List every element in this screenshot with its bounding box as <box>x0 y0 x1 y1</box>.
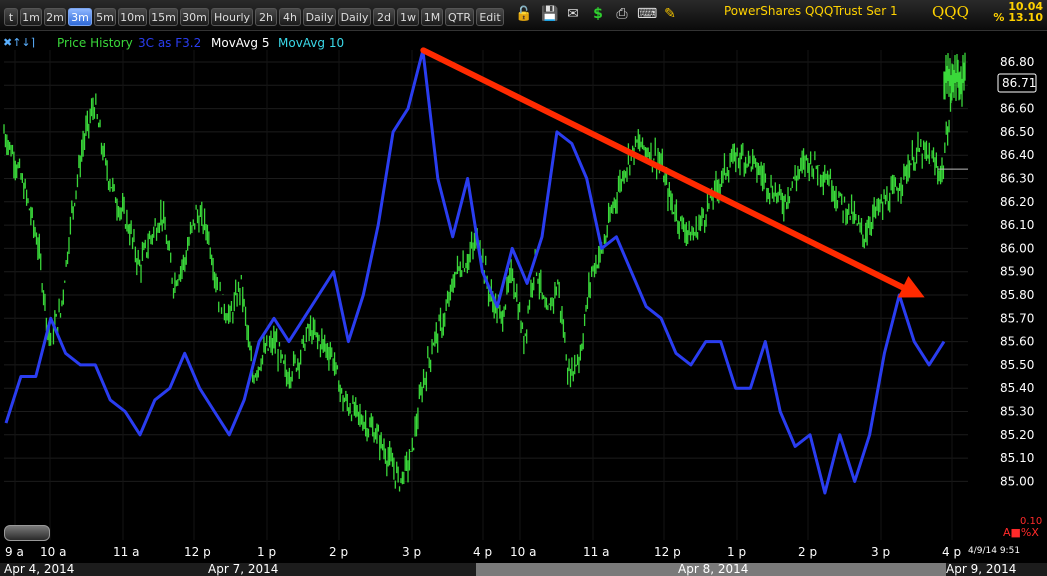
y-tick-label: 85.60 <box>1000 335 1034 349</box>
x-tick-label: 12 p <box>184 545 211 559</box>
timeframe-button-1m[interactable]: 1m <box>20 8 42 26</box>
timeframe-button-1w[interactable]: 1w <box>397 8 419 26</box>
timeframe-button-2d[interactable]: 2d <box>373 8 395 26</box>
chart-grid <box>4 50 968 540</box>
y-tick-label: 86.30 <box>1000 172 1034 186</box>
timeframe-button-15m[interactable]: 15m <box>149 8 178 26</box>
symbol-label: QQQ <box>932 3 969 21</box>
timeframe-button-qtr[interactable]: QTR <box>445 8 474 26</box>
trend-arrow-annotation <box>420 47 925 298</box>
arrow-shaft <box>420 47 914 295</box>
y-tick-label: 85.90 <box>1000 265 1034 279</box>
y-tick-label: 85.40 <box>1000 381 1034 395</box>
price-chart[interactable]: 86.8086.7086.6086.5086.4086.3086.2086.10… <box>0 0 1047 576</box>
x-tick-label: 9 a <box>5 545 24 559</box>
y-tick-label: 86.00 <box>1000 241 1034 255</box>
timeframe-button-hourly[interactable]: Hourly <box>211 8 253 26</box>
x-axis: 9 a 10 a 11 a 12 p 1 p 2 p 3 p 4 p 10 a 11 a 12 p 1… <box>5 545 961 559</box>
date-label: Apr 7, 2014 <box>208 562 279 576</box>
timestamp: 4/9/14 9:51 <box>968 546 1021 556</box>
y-tick-label: 85.50 <box>1000 358 1034 372</box>
y-tick-label: 86.20 <box>1000 195 1034 209</box>
timeframe-button-4h[interactable]: 4h <box>279 8 301 26</box>
x-tick-label: 4 p <box>473 545 492 559</box>
scroll-knob[interactable] <box>4 525 50 541</box>
x-tick-label: 10 a <box>510 545 536 559</box>
instrument-title: PowerShares QQQTrust Ser 1 <box>724 4 898 18</box>
scale-buttons[interactable]: A■%X <box>1003 526 1039 539</box>
date-label: Apr 8, 2014 <box>678 562 749 576</box>
x-tick-label: 3 p <box>402 545 421 559</box>
y-tick-label: 86.10 <box>1000 218 1034 232</box>
timeframe-button-2h[interactable]: 2h <box>255 8 277 26</box>
timeframe-button-t[interactable]: t <box>4 8 18 26</box>
timeframe-button-5m[interactable]: 5m <box>94 8 116 26</box>
y-tick-label: 85.70 <box>1000 311 1034 325</box>
legend-movavg-5[interactable]: MovAvg 5 <box>211 36 269 50</box>
change-percent: % 13.10 <box>993 11 1043 24</box>
date-label: Apr 9, 2014 <box>946 562 1017 576</box>
timeframe-button-10m[interactable]: 10m <box>118 8 147 26</box>
last-price-label: 86.71 <box>1002 76 1036 90</box>
timeframe-button-1m[interactable]: 1M <box>421 8 443 26</box>
legend-movavg-10[interactable]: MovAvg 10 <box>278 36 344 50</box>
x-tick-label: 1 p <box>257 545 276 559</box>
print-icon[interactable]: ⎙ <box>613 5 631 23</box>
date-label: Apr 4, 2014 <box>4 562 75 576</box>
y-tick-label: 86.50 <box>1000 125 1034 139</box>
x-tick-label: 2 p <box>798 545 817 559</box>
legend-controls[interactable]: ✖↑↓⌉ <box>3 36 35 49</box>
dollar-icon[interactable]: $ <box>589 5 607 23</box>
timeframe-button-daily[interactable]: Daily <box>303 8 336 26</box>
pencil-icon[interactable]: ✎ <box>661 5 679 23</box>
y-tick-label: 85.10 <box>1000 451 1034 465</box>
x-tick-label: 11 a <box>113 545 139 559</box>
x-tick-label: 11 a <box>583 545 609 559</box>
legend-3c[interactable]: 3C as F3.2 <box>138 36 201 50</box>
email-icon[interactable]: ✉ <box>564 5 582 23</box>
y-axis: 86.8086.7086.6086.5086.4086.3086.2086.10… <box>997 55 1037 488</box>
timeframe-button-2m[interactable]: 2m <box>44 8 66 26</box>
y-tick-label: 86.80 <box>1000 55 1034 69</box>
legend-price-history[interactable]: Price History <box>57 36 133 50</box>
y-tick-label: 85.80 <box>1000 288 1034 302</box>
x-tick-label: 12 p <box>654 545 681 559</box>
timeframe-button-edit[interactable]: Edit <box>476 8 504 26</box>
y-tick-label: 85.30 <box>1000 405 1034 419</box>
y-tick-label: 86.60 <box>1000 102 1034 116</box>
x-tick-label: 4 p <box>942 545 961 559</box>
timeframe-button-30m[interactable]: 30m <box>180 8 209 26</box>
save-icon[interactable]: 💾 <box>541 5 559 23</box>
keyboard-icon[interactable]: ⌨ <box>637 5 657 23</box>
x-tick-label: 10 a <box>40 545 66 559</box>
lock-icon[interactable]: 🔓 <box>515 5 533 23</box>
y-tick-label: 85.00 <box>1000 474 1034 488</box>
y-tick-label: 85.20 <box>1000 428 1034 442</box>
x-tick-label: 2 p <box>329 545 348 559</box>
x-tick-label: 3 p <box>871 545 890 559</box>
x-tick-label: 1 p <box>727 545 746 559</box>
timeframe-button-daily[interactable]: Daily <box>338 8 371 26</box>
y-tick-label: 86.40 <box>1000 148 1034 162</box>
timeframe-button-3m[interactable]: 3m <box>68 8 92 26</box>
